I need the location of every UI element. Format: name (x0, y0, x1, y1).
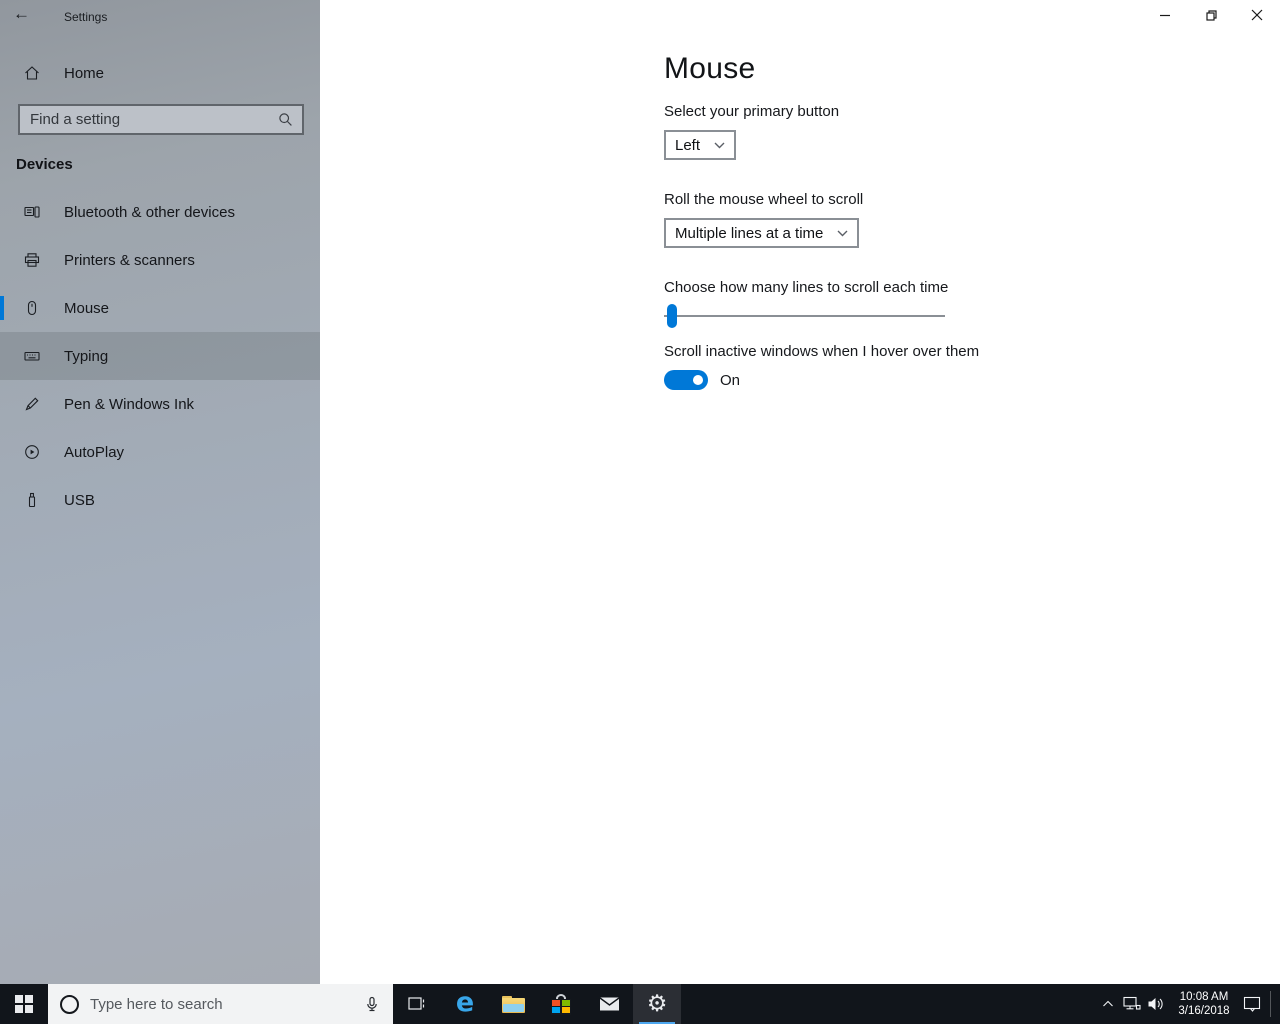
sidebar: ← Settings Home Devices Bluetooth & othe… (0, 0, 320, 984)
sidebar-item-bluetooth[interactable]: Bluetooth & other devices (0, 188, 320, 236)
microphone-icon[interactable] (364, 996, 380, 1013)
network-icon[interactable] (1120, 984, 1144, 1024)
chevron-down-icon (837, 230, 848, 237)
lines-slider-label: Choose how many lines to scroll each tim… (664, 279, 949, 296)
chevron-down-icon (714, 142, 725, 149)
settings-window: Mouse Select your primary button Left Ro… (0, 0, 1280, 1024)
lines-slider[interactable] (664, 304, 945, 328)
taskbar: e ⚙ The Collection Book (0, 984, 1280, 1024)
task-view-button[interactable] (393, 984, 441, 1024)
clock-time: 10:08 AM (1179, 990, 1229, 1003)
primary-button-value: Left (675, 136, 701, 154)
close-button[interactable] (1234, 0, 1280, 30)
settings-taskbar-icon[interactable]: ⚙ (633, 984, 681, 1024)
wheel-scroll-value: Multiple lines at a time (675, 224, 824, 242)
sidebar-item-usb[interactable]: USB (0, 476, 320, 524)
printer-icon (24, 252, 40, 268)
edge-icon: e (455, 987, 475, 1018)
folder-icon (501, 995, 525, 1013)
gear-icon: ⚙ (646, 990, 668, 1017)
restore-button[interactable] (1188, 0, 1234, 30)
show-desktop-separator (1270, 991, 1271, 1017)
keyboard-icon (24, 348, 40, 364)
sidebar-item-home[interactable]: Home (0, 57, 320, 89)
taskbar-search[interactable] (48, 984, 393, 1024)
sidebar-item-autoplay[interactable]: AutoPlay (0, 428, 320, 476)
clock-date: 3/16/2018 (1178, 1005, 1230, 1017)
bluetooth-devices-icon (24, 204, 40, 220)
start-button[interactable] (0, 984, 48, 1024)
cortana-icon (60, 994, 79, 1014)
autoplay-icon (24, 444, 40, 460)
mail-icon (599, 997, 619, 1011)
file-explorer-taskbar-icon[interactable] (489, 984, 537, 1024)
windows-logo-icon (15, 995, 33, 1013)
app-title: Settings (64, 10, 108, 24)
inactive-scroll-toggle[interactable] (664, 370, 708, 390)
show-desktop-button[interactable] (1274, 984, 1280, 1024)
toggle-knob (693, 375, 703, 385)
usb-icon (24, 492, 40, 508)
sidebar-item-typing[interactable]: Typing (0, 332, 320, 380)
edge-taskbar-icon[interactable]: e (441, 984, 489, 1024)
content-area: Mouse Select your primary button Left Ro… (320, 0, 1280, 984)
sidebar-nav: Bluetooth & other devices Printers & sca… (0, 188, 320, 524)
taskbar-apps: e ⚙ (393, 984, 681, 1024)
taskbar-search-input[interactable] (79, 995, 364, 1013)
tray-overflow-chevron-icon[interactable] (1096, 984, 1120, 1024)
window-controls (1142, 0, 1280, 30)
sidebar-item-printers[interactable]: Printers & scanners (0, 236, 320, 284)
search-icon[interactable] (278, 112, 293, 127)
wheel-scroll-label: Roll the mouse wheel to scroll (664, 191, 864, 208)
sidebar-item-pen[interactable]: Pen & Windows Ink (0, 380, 320, 428)
mail-taskbar-icon[interactable] (585, 984, 633, 1024)
pen-icon (24, 396, 40, 412)
taskbar-clock[interactable]: 10:08 AM 3/16/2018 (1168, 990, 1240, 1019)
minimize-button[interactable] (1142, 0, 1188, 30)
store-icon (550, 993, 572, 1015)
store-taskbar-icon[interactable] (537, 984, 585, 1024)
slider-track[interactable] (664, 315, 945, 317)
mouse-icon (24, 300, 40, 316)
action-center-icon[interactable] (1240, 984, 1264, 1024)
home-icon (24, 65, 40, 81)
system-tray: 10:08 AM 3/16/2018 (1096, 984, 1280, 1024)
wheel-scroll-dropdown[interactable]: Multiple lines at a time (664, 218, 860, 248)
volume-icon[interactable] (1144, 984, 1168, 1024)
toggle-state-label: On (720, 372, 741, 389)
slider-thumb[interactable] (667, 304, 677, 328)
page-title: Mouse (664, 52, 756, 85)
sidebar-section-devices: Devices (16, 156, 73, 173)
sidebar-item-mouse[interactable]: Mouse (0, 284, 320, 332)
primary-button-dropdown[interactable]: Left (664, 130, 737, 160)
primary-button-label: Select your primary button (664, 103, 840, 120)
inactive-scroll-label: Scroll inactive windows when I hover ove… (664, 343, 980, 360)
find-setting-searchbox[interactable] (18, 104, 304, 135)
home-label: Home (64, 64, 105, 82)
find-setting-input[interactable] (20, 111, 278, 128)
back-button[interactable]: ← (13, 4, 30, 24)
